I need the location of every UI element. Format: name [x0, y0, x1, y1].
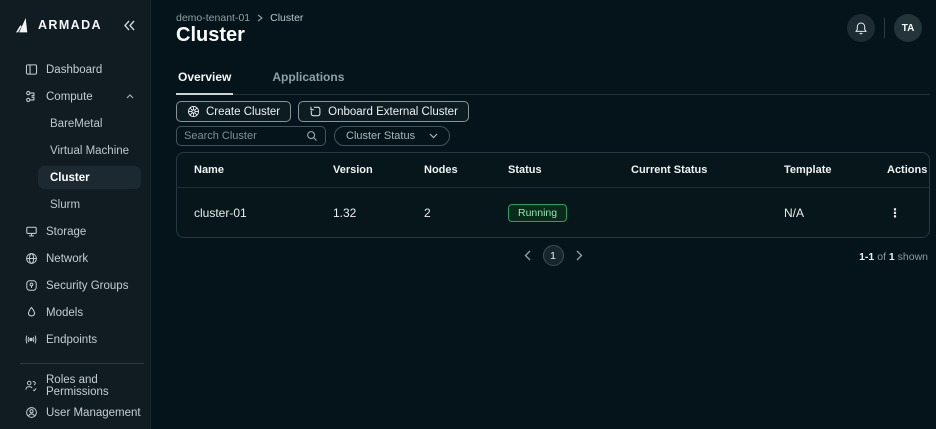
roles-icon [24, 379, 38, 393]
sidebar-item-roles-permissions[interactable]: Roles and Permissions [0, 372, 150, 399]
breadcrumb-separator-icon [257, 14, 264, 22]
avatar-initials: TA [901, 22, 915, 34]
sidebar-item-dashboard[interactable]: Dashboard [0, 56, 150, 83]
sidebar-item-label: Slurm [50, 198, 81, 211]
user-avatar[interactable]: TA [894, 14, 922, 42]
sidebar-item-label: BareMetal [50, 117, 103, 130]
compute-icon [24, 90, 38, 104]
notifications-button[interactable] [847, 14, 875, 42]
cluster-table: Name Version Nodes Status Current Status… [176, 152, 930, 238]
tab-bar: Overview Applications [176, 64, 930, 95]
results-summary: 1-1 of 1 shown [859, 251, 928, 263]
cluster-status-filter-value: Cluster Status [346, 130, 416, 142]
models-icon [24, 306, 38, 320]
search-input[interactable] [184, 130, 306, 142]
column-header-name: Name [194, 164, 224, 176]
security-groups-icon [24, 279, 38, 293]
column-header-actions: Actions [887, 164, 928, 176]
import-icon [310, 106, 321, 117]
sidebar-item-label: Network [46, 252, 89, 265]
tab-overview[interactable]: Overview [176, 64, 234, 95]
tab-applications[interactable]: Applications [270, 64, 346, 94]
sidebar-item-virtual-machine[interactable]: Virtual Machine [0, 137, 150, 164]
brand-name: ARMADA [38, 18, 102, 32]
sidebar-item-label: Virtual Machine [50, 144, 130, 157]
cell-cluster-name[interactable]: cluster-01 [194, 206, 333, 220]
status-badge: Running [508, 203, 568, 222]
main-content: TA demo-tenant-01 Cluster Cluster Overvi… [151, 0, 936, 429]
summary-shown: shown [897, 251, 928, 263]
chevron-down-icon [429, 133, 438, 139]
breadcrumb: demo-tenant-01 Cluster [176, 12, 303, 24]
chevron-up-icon [126, 94, 134, 99]
sidebar-nav: Dashboard Compute BareMetal Virtual Mach… [0, 56, 150, 426]
sidebar-item-security-groups[interactable]: Security Groups [0, 272, 150, 299]
cell-status: Running [508, 203, 631, 222]
page-title: Cluster [176, 24, 245, 46]
sidebar-item-label: Storage [46, 225, 87, 238]
sidebar-item-models[interactable]: Models [0, 299, 150, 326]
app-window: ARMADA Dashboard Compute BareMetal Virtu… [0, 0, 936, 429]
create-cluster-label: Create Cluster [206, 105, 281, 118]
onboard-external-cluster-button[interactable]: Onboard External Cluster [298, 101, 469, 122]
sidebar-item-baremetal[interactable]: BareMetal [0, 110, 150, 137]
storage-icon [24, 225, 38, 239]
collapse-sidebar-icon[interactable] [123, 20, 136, 31]
sidebar-item-slurm[interactable]: Slurm [0, 191, 150, 218]
sidebar-item-user-management[interactable]: User Management [0, 399, 150, 426]
sidebar-item-cluster[interactable]: Cluster [38, 166, 141, 189]
cell-version: 1.32 [333, 205, 357, 220]
sail-logo-icon [14, 16, 32, 34]
sidebar: ARMADA Dashboard Compute BareMetal Virtu… [0, 0, 151, 429]
next-page-icon[interactable] [576, 250, 583, 261]
helm-icon [188, 106, 199, 117]
summary-range: 1-1 [859, 251, 875, 263]
topbar-divider [884, 18, 885, 38]
endpoints-icon [24, 333, 38, 347]
sidebar-item-label: Models [46, 306, 84, 319]
bell-icon [855, 21, 867, 34]
logo-row: ARMADA [0, 0, 150, 34]
filter-row: Cluster Status [176, 126, 451, 146]
cell-nodes: 2 [424, 205, 431, 220]
cluster-search-box [176, 126, 326, 146]
pagination: 1 [176, 245, 930, 266]
cluster-status-filter[interactable]: Cluster Status [334, 126, 451, 146]
sidebar-item-label: Roles and Permissions [46, 373, 109, 398]
action-buttons: Create Cluster Onboard External Cluster [176, 101, 469, 122]
table-row: cluster-01 1.32 2 Running N/A ⋮ [177, 188, 929, 237]
sidebar-item-endpoints[interactable]: Endpoints [0, 326, 150, 353]
column-header-template: Template [784, 164, 832, 176]
sidebar-item-network[interactable]: Network [0, 245, 150, 272]
sidebar-item-label: Dashboard [46, 63, 103, 76]
page-number-button[interactable]: 1 [542, 245, 564, 266]
previous-page-icon[interactable] [524, 250, 531, 261]
user-management-icon [24, 406, 38, 420]
summary-of: of [877, 251, 886, 263]
column-header-nodes: Nodes [424, 164, 458, 176]
sidebar-item-storage[interactable]: Storage [0, 218, 150, 245]
breadcrumb-tenant[interactable]: demo-tenant-01 [176, 12, 250, 24]
onboard-external-cluster-label: Onboard External Cluster [328, 105, 458, 118]
sidebar-item-label: Endpoints [46, 333, 98, 346]
sidebar-item-compute[interactable]: Compute [0, 83, 150, 110]
topbar-actions: TA [847, 14, 922, 42]
breadcrumb-current: Cluster [270, 12, 304, 24]
search-icon [307, 131, 317, 141]
row-actions-kebab-icon[interactable]: ⋮ [887, 207, 903, 219]
column-header-current-status: Current Status [631, 164, 708, 176]
summary-total: 1 [888, 251, 895, 263]
dashboard-icon [24, 63, 38, 77]
column-header-status: Status [508, 164, 542, 176]
create-cluster-button[interactable]: Create Cluster [176, 101, 292, 122]
sidebar-item-label: Security Groups [46, 279, 129, 292]
table-header-row: Name Version Nodes Status Current Status… [177, 153, 929, 188]
sidebar-item-label: User Management [46, 406, 141, 419]
sidebar-divider [20, 363, 144, 364]
column-header-version: Version [333, 164, 373, 176]
cell-template: N/A [784, 205, 805, 220]
sidebar-item-label: Compute [46, 90, 93, 103]
sidebar-item-label: Cluster [50, 171, 90, 184]
network-icon [24, 252, 38, 266]
